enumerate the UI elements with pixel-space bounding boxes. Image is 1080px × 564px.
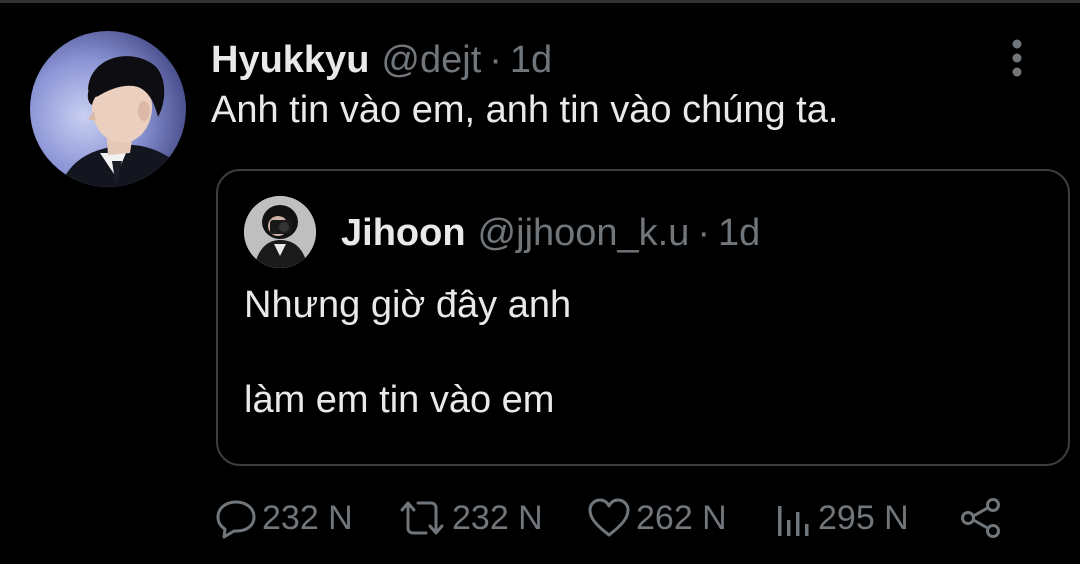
heart-icon xyxy=(588,498,630,537)
retweet-count: 232 N xyxy=(452,498,543,537)
views-button[interactable]: 295 N xyxy=(774,494,909,542)
retweet-icon xyxy=(400,501,444,535)
reply-icon xyxy=(216,500,256,539)
avatar-photo xyxy=(30,31,186,187)
like-count: 262 N xyxy=(636,498,727,537)
tweet-header: Hyukkyu @dejt · 1d xyxy=(211,36,552,84)
share-button[interactable] xyxy=(958,494,1004,542)
quoted-tweet-header: Jihoon @jjhoon_k.u · 1d xyxy=(341,209,760,257)
tweet-text: Anh tin vào em, anh tin vào chúng ta. xyxy=(211,89,839,131)
quoted-tweet-card[interactable]: Jihoon @jjhoon_k.u · 1d Nhưng giờ đây an… xyxy=(216,169,1070,466)
quoted-tweet-text-line-1: Nhưng giờ đây anh xyxy=(244,284,572,326)
quoted-author-handle[interactable]: @jjhoon_k.u xyxy=(478,212,690,255)
quoted-avatar-photo xyxy=(244,196,316,268)
tweet-timestamp[interactable]: 1d xyxy=(510,39,552,82)
share-icon xyxy=(961,498,1000,538)
quoted-author-avatar[interactable] xyxy=(244,196,316,268)
top-divider xyxy=(0,0,1080,3)
views-count: 295 N xyxy=(818,498,909,537)
like-button[interactable]: 262 N xyxy=(586,494,727,542)
reply-count: 232 N xyxy=(262,498,353,537)
views-icon xyxy=(778,506,809,536)
quoted-tweet-text-line-2: làm em tin vào em xyxy=(244,379,555,421)
author-avatar[interactable] xyxy=(30,31,186,187)
retweet-button[interactable]: 232 N xyxy=(396,494,543,542)
author-handle[interactable]: @dejt xyxy=(381,39,481,82)
reply-button[interactable]: 232 N xyxy=(214,494,353,542)
quoted-tweet-timestamp[interactable]: 1d xyxy=(718,212,760,255)
author-display-name[interactable]: Hyukkyu xyxy=(211,39,369,82)
separator-dot: · xyxy=(489,38,502,81)
more-options-icon[interactable] xyxy=(1004,38,1030,78)
quoted-separator-dot: · xyxy=(697,211,711,254)
quoted-author-display-name[interactable]: Jihoon xyxy=(341,212,466,255)
